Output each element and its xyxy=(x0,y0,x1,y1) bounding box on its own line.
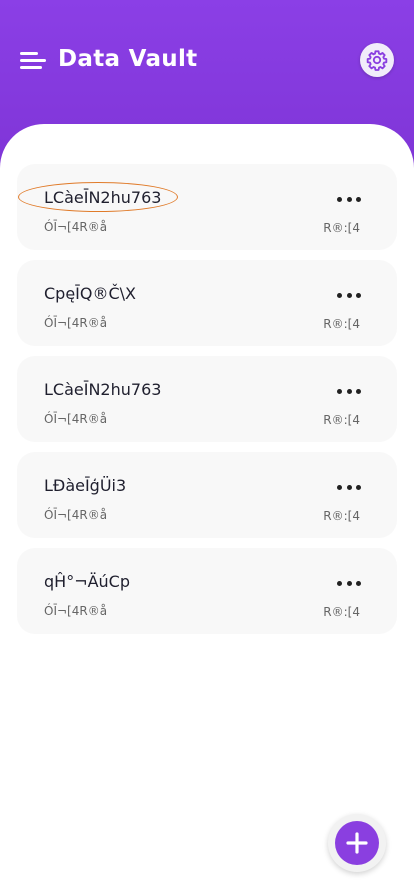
more-icon[interactable] xyxy=(337,388,361,394)
list-item[interactable]: LCàeĪN2hu763 ÓĪ¬[4R®å R®:[4 xyxy=(17,356,397,442)
gear-icon xyxy=(366,50,388,71)
item-subtitle: ÓĪ¬[4R®å xyxy=(44,316,108,330)
item-meta: R®:[4 xyxy=(323,317,360,331)
item-title: CpęĪQ®Č\X xyxy=(44,284,137,303)
item-subtitle: ÓĪ¬[4R®å xyxy=(44,508,108,522)
item-meta: R®:[4 xyxy=(323,221,360,235)
item-subtitle: ÓĪ¬[4R®å xyxy=(44,220,108,234)
item-title: LĐàeĪģÜi3 xyxy=(44,476,127,495)
list-item[interactable]: LCàeĪN2hu763 ÓĪ¬[4R®å R®:[4 xyxy=(17,164,397,250)
add-button[interactable] xyxy=(335,821,379,865)
item-subtitle: ÓĪ¬[4R®å xyxy=(44,412,108,426)
more-icon[interactable] xyxy=(337,292,361,298)
item-title: LCàeĪN2hu763 xyxy=(44,380,162,399)
item-subtitle: ÓĪ¬[4R®å xyxy=(44,604,108,618)
item-title: LCàeĪN2hu763 xyxy=(44,188,162,207)
list-item[interactable]: CpęĪQ®Č\X ÓĪ¬[4R®å R®:[4 xyxy=(17,260,397,346)
list-item[interactable]: qĤ°¬ÄúCp ÓĪ¬[4R®å R®:[4 xyxy=(17,548,397,634)
plus-icon xyxy=(346,832,368,854)
more-icon[interactable] xyxy=(337,580,361,586)
item-meta: R®:[4 xyxy=(323,605,360,619)
more-icon[interactable] xyxy=(337,196,361,202)
more-icon[interactable] xyxy=(337,484,361,490)
item-meta: R®:[4 xyxy=(323,413,360,427)
content-panel: LCàeĪN2hu763 ÓĪ¬[4R®å R®:[4 CpęĪQ®Č\X ÓĪ… xyxy=(0,124,414,896)
menu-icon[interactable] xyxy=(20,50,46,72)
item-meta: R®:[4 xyxy=(323,509,360,523)
item-title: qĤ°¬ÄúCp xyxy=(44,572,131,591)
settings-button[interactable] xyxy=(360,43,394,77)
app-title: Data Vault xyxy=(58,46,198,72)
list-item[interactable]: LĐàeĪģÜi3 ÓĪ¬[4R®å R®:[4 xyxy=(17,452,397,538)
